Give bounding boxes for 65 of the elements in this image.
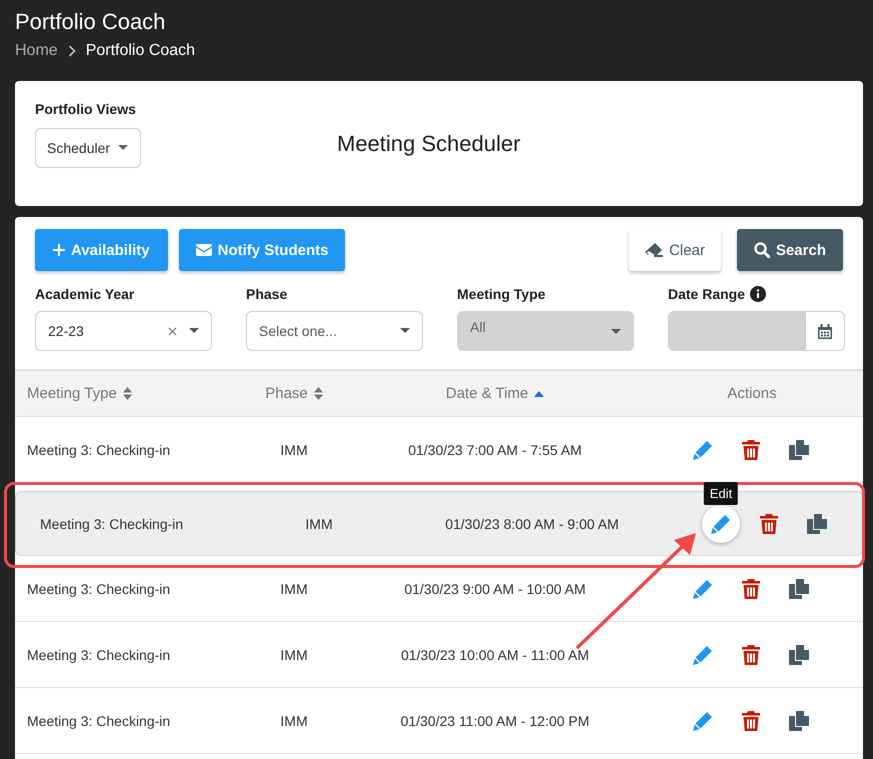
table-cell-text: 01/30/23 7:00 AM - 7:55 AM xyxy=(407,442,583,458)
search-button[interactable]: Search xyxy=(736,229,843,271)
select-field[interactable]: Select one... xyxy=(246,311,423,351)
table-cell-text: IMM xyxy=(279,712,309,728)
calendar-icon xyxy=(818,324,832,338)
column-header: Actions xyxy=(727,385,777,402)
table-cell-text: IMM xyxy=(304,516,334,532)
page-title: Portfolio Coach xyxy=(15,9,166,35)
copy-icon xyxy=(789,710,809,730)
caret-down-icon xyxy=(189,328,199,334)
table-cell-text: Meeting 3: Checking-in xyxy=(26,580,172,596)
select-field[interactable]: 22-23 xyxy=(35,311,212,351)
table-cell-text: IMM xyxy=(279,646,309,662)
field-label: Meeting Type xyxy=(457,286,546,302)
field-label: Date Range xyxy=(668,286,746,302)
column-header[interactable]: Phase xyxy=(265,385,308,402)
sort-icon[interactable] xyxy=(122,387,132,400)
sort-icon[interactable] xyxy=(314,387,323,400)
trash-icon xyxy=(742,578,760,598)
pencil-icon xyxy=(693,578,713,598)
field-label: Portfolio Views xyxy=(35,101,136,117)
trash-icon xyxy=(742,710,760,730)
pencil-icon xyxy=(693,644,713,664)
caret-down-icon xyxy=(400,328,410,334)
column-header[interactable]: Date & Time xyxy=(446,385,528,402)
table-cell-text: Meeting 3: Checking-in xyxy=(26,646,172,662)
edit-button[interactable] xyxy=(702,504,740,542)
copy-icon xyxy=(807,514,827,534)
copy-icon xyxy=(789,578,809,598)
clear-button[interactable]: Clear xyxy=(629,229,721,271)
table-cell-text: Meeting 3: Checking-in xyxy=(26,442,172,458)
table-cell-text: 01/30/23 8:00 AM - 9:00 AM xyxy=(444,516,620,532)
trash-icon xyxy=(760,514,778,534)
tooltip: Edit xyxy=(704,482,738,504)
envelope-icon xyxy=(196,244,212,256)
copy-icon xyxy=(789,644,809,664)
column-header[interactable]: Meeting Type xyxy=(27,385,117,402)
breadcrumb-current: Portfolio Coach xyxy=(86,42,196,60)
table-cell-text: Meeting 3: Checking-in xyxy=(39,516,184,532)
table-cell-text: 01/30/23 10:00 AM - 11:00 AM xyxy=(400,646,590,662)
field-label: Phase xyxy=(246,286,288,302)
table-cell-text: 01/30/23 9:00 AM - 10:00 AM xyxy=(403,580,587,596)
chevron-right-icon xyxy=(68,45,76,57)
eraser-icon xyxy=(645,243,664,257)
table-cell-text: 01/30/23 11:00 AM - 12:00 PM xyxy=(400,712,590,728)
pencil-icon xyxy=(693,440,713,460)
table-cell-text: IMM xyxy=(279,442,309,458)
view-select[interactable]: Scheduler xyxy=(35,128,141,168)
search-icon xyxy=(754,242,770,258)
field-label: Academic Year xyxy=(35,286,134,302)
trash-icon xyxy=(742,644,760,664)
clear-icon[interactable] xyxy=(168,326,177,336)
table-cell-text: Meeting 3: Checking-in xyxy=(26,712,172,728)
plus-icon xyxy=(53,244,65,256)
copy-icon xyxy=(789,440,809,460)
pencil-icon xyxy=(711,514,731,534)
breadcrumb-link[interactable]: Home xyxy=(15,42,58,60)
caret-down-icon xyxy=(611,329,621,335)
select-field: All xyxy=(457,311,634,351)
table-cell-text: IMM xyxy=(279,580,309,596)
caret-down-icon xyxy=(118,145,128,151)
trash-icon xyxy=(742,440,760,460)
sort-ascending-icon[interactable] xyxy=(534,390,544,396)
pencil-icon xyxy=(693,710,713,730)
page-heading: Meeting Scheduler xyxy=(337,131,520,158)
